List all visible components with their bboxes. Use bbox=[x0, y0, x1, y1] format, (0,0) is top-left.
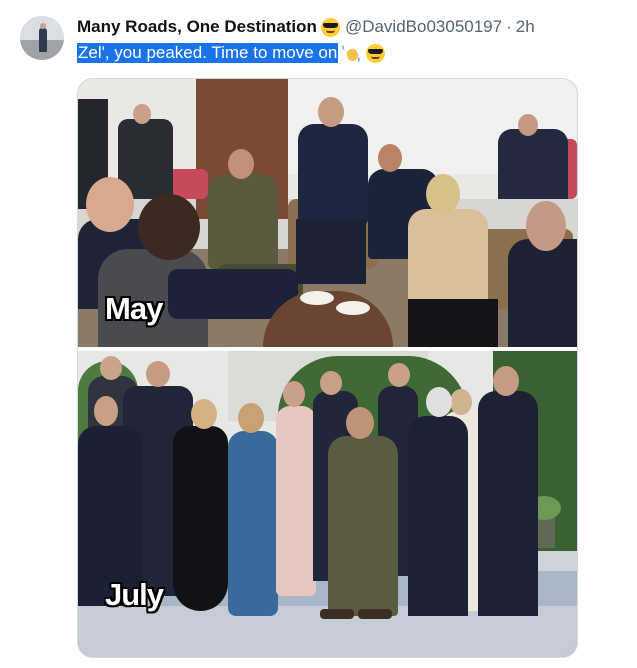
sunglasses-emoji-icon bbox=[366, 43, 386, 63]
caption-may: May bbox=[105, 291, 163, 326]
media-card[interactable]: May July bbox=[77, 78, 578, 658]
avatar-person bbox=[39, 28, 47, 52]
display-name[interactable]: Many Roads, One Destination bbox=[77, 17, 317, 37]
sunglasses-emoji-icon bbox=[320, 17, 340, 37]
tweet[interactable]: Many Roads, One Destination @DavidBo0305… bbox=[0, 0, 637, 668]
waving-hand-emoji-icon bbox=[342, 44, 361, 63]
caption-july: July bbox=[105, 577, 164, 612]
separator-dot: · bbox=[506, 17, 512, 36]
photo-july[interactable]: July bbox=[78, 351, 577, 657]
tweet-header: Many Roads, One Destination @DavidBo0305… bbox=[77, 16, 535, 38]
tweet-text: Zel', you peaked. Time to move on bbox=[77, 42, 386, 64]
avatar[interactable] bbox=[20, 16, 64, 60]
timestamp[interactable]: 2h bbox=[516, 17, 535, 37]
avatar-head bbox=[40, 23, 46, 29]
user-handle[interactable]: @DavidBo03050197 bbox=[345, 17, 502, 37]
photo-may[interactable]: May bbox=[78, 79, 577, 347]
tweet-text-content: Zel', you peaked. Time to move on bbox=[77, 43, 339, 63]
